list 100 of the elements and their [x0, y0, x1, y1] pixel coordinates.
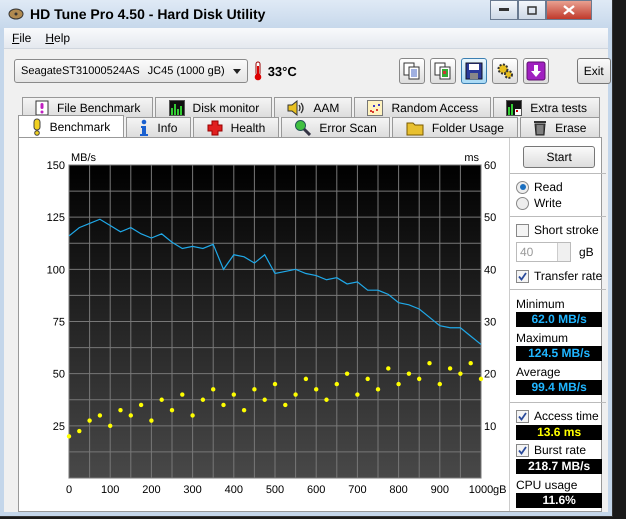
tick-label: 100: [101, 484, 120, 496]
stat-value: 124.5 MB/s: [516, 346, 602, 361]
toolbar-button[interactable]: [460, 58, 487, 84]
data-point: [262, 398, 267, 402]
maximize-button[interactable]: [518, 0, 546, 20]
tab[interactable]: Health: [193, 117, 279, 137]
temperature-reading: 33°C: [268, 64, 297, 78]
data-point: [334, 382, 339, 386]
speaker-icon: [287, 100, 306, 116]
menu-item[interactable]: Help: [45, 31, 70, 45]
data-point: [324, 398, 329, 402]
toolbar-button[interactable]: [430, 58, 456, 84]
data-point: [98, 413, 102, 418]
tick-label: 700: [348, 484, 367, 496]
data-point: [478, 376, 484, 382]
data-point: [200, 398, 206, 402]
dot-grid-icon: [367, 100, 384, 116]
data-point: [66, 434, 72, 438]
data-point: [190, 413, 195, 418]
minimize-button[interactable]: [490, 0, 518, 20]
data-point: [448, 366, 452, 371]
data-point: [344, 371, 350, 376]
drive-dropdown[interactable]: SeagateST31000524AS JC45 (1000 gB): [14, 59, 248, 83]
tick-label: 50: [52, 368, 65, 381]
close-button[interactable]: [546, 0, 592, 20]
exclamation-icon: [32, 118, 42, 136]
tab[interactable]: AAM: [274, 97, 352, 117]
data-point: [180, 392, 184, 397]
checkbox[interactable]: [516, 270, 529, 282]
data-point: [427, 361, 432, 366]
tick-label: 100: [46, 264, 65, 276]
data-point: [468, 361, 473, 366]
data-point: [87, 418, 92, 423]
option-label: Access time: [534, 409, 599, 423]
radio-button[interactable]: [516, 180, 529, 194]
tick-label: 60: [484, 160, 496, 172]
stat-value: 13.6 ms: [516, 425, 602, 440]
documents-icon: [434, 62, 452, 80]
tick-label: 10: [484, 420, 496, 433]
tab[interactable]: Extra tests: [493, 97, 600, 117]
data-point: [160, 398, 164, 402]
data-point: [283, 402, 288, 408]
toolbar-button[interactable]: [522, 58, 549, 84]
thermometer-icon: [254, 61, 262, 81]
option-label: Transfer rate: [534, 269, 602, 283]
data-point: [396, 382, 401, 386]
tick-label: 125: [46, 212, 65, 224]
option-label: Write: [534, 196, 562, 210]
data-point: [272, 382, 278, 386]
unit-label: gB: [579, 245, 594, 259]
chart-grid-icon: [506, 100, 522, 116]
exit-button[interactable]: Exit: [576, 58, 611, 84]
data-point: [242, 408, 246, 412]
data-point: [211, 387, 216, 392]
tick-label: 400: [224, 484, 243, 496]
data-point: [417, 376, 422, 382]
toolbar-button[interactable]: [398, 58, 425, 84]
data-point: [138, 402, 144, 408]
data-point: [108, 424, 112, 428]
tab[interactable]: Random Access: [354, 97, 492, 117]
stat-label: CPU usage: [516, 478, 578, 492]
stat-value: 62.0 MB/s: [516, 312, 602, 327]
minimize-icon: [499, 8, 509, 12]
data-point: [406, 371, 412, 376]
trash-icon: [533, 119, 548, 136]
radio-button[interactable]: [516, 196, 529, 210]
tab[interactable]: Folder Usage: [392, 117, 518, 137]
data-point: [77, 428, 82, 434]
tab[interactable]: Error Scan: [280, 117, 390, 137]
data-point: [128, 413, 133, 418]
data-point: [386, 366, 390, 371]
tab[interactable]: Erase: [520, 117, 600, 137]
tick-label: 800: [389, 484, 408, 496]
tick-label: 75: [52, 316, 65, 328]
tick-label: 50: [484, 212, 496, 224]
tick-label: 0: [66, 484, 72, 496]
data-point: [376, 387, 380, 392]
menu-item[interactable]: File: [12, 31, 32, 45]
document-icon: [35, 100, 50, 116]
data-point: [458, 371, 463, 376]
start-button[interactable]: Start: [523, 146, 596, 168]
tab[interactable]: File Benchmark: [22, 97, 154, 117]
data-point: [252, 387, 257, 392]
tick-label: 900: [430, 484, 449, 496]
tab[interactable]: Disk monitor: [155, 97, 272, 117]
close-icon: [563, 5, 575, 15]
toolbar-button[interactable]: [492, 58, 518, 84]
data-point: [304, 376, 308, 382]
tick-label: 30: [484, 316, 496, 328]
axis-title: ms: [464, 152, 479, 164]
option-label: Short stroke: [534, 223, 599, 237]
checkbox[interactable]: [516, 444, 529, 456]
maximize-icon: [527, 6, 537, 14]
stat-value: 11.6%: [516, 493, 602, 508]
tab[interactable]: Benchmark: [18, 115, 124, 137]
checkbox[interactable]: [516, 410, 529, 422]
data-point: [149, 418, 154, 423]
tick-label: 600: [307, 484, 326, 496]
stat-label: Minimum: [516, 297, 566, 311]
tab[interactable]: Info: [126, 117, 191, 137]
